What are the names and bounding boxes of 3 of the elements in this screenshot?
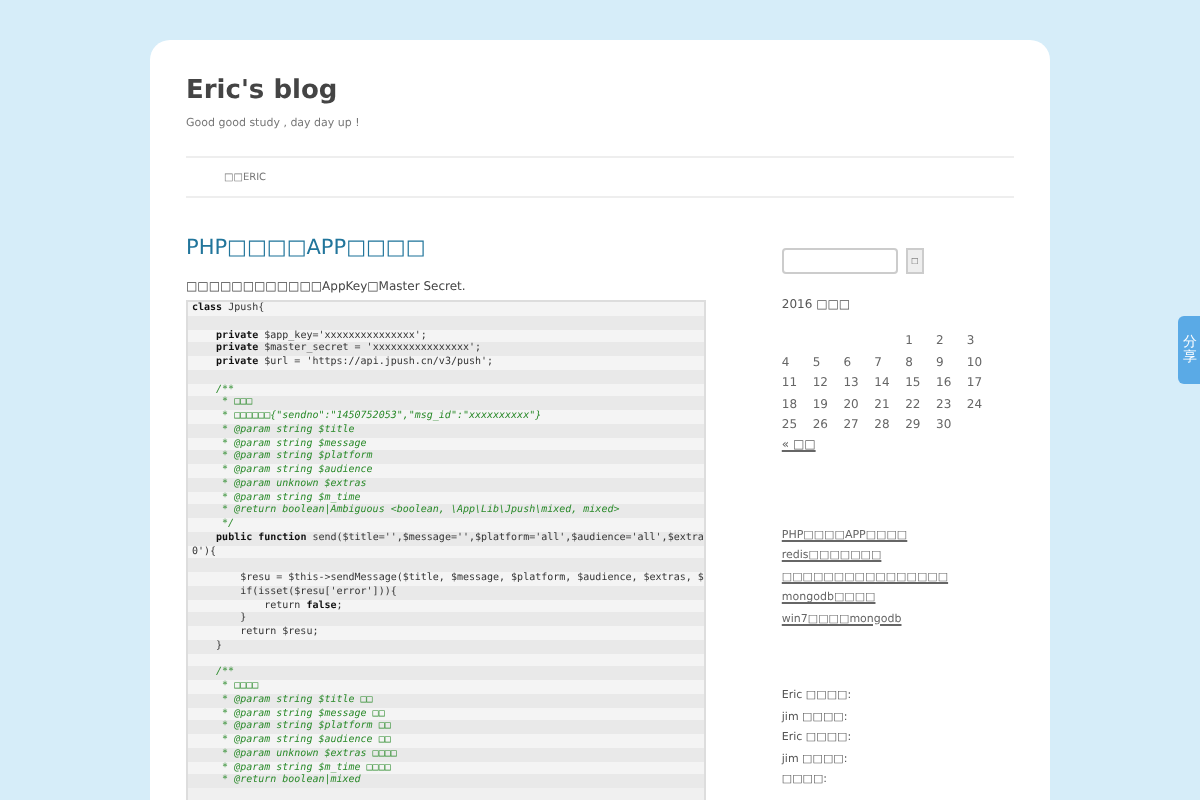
site-title[interactable]: Eric's blog xyxy=(186,76,338,108)
post-title[interactable]: PHP□□□□APP□□□□ xyxy=(186,236,426,260)
search-field[interactable] xyxy=(781,248,898,274)
